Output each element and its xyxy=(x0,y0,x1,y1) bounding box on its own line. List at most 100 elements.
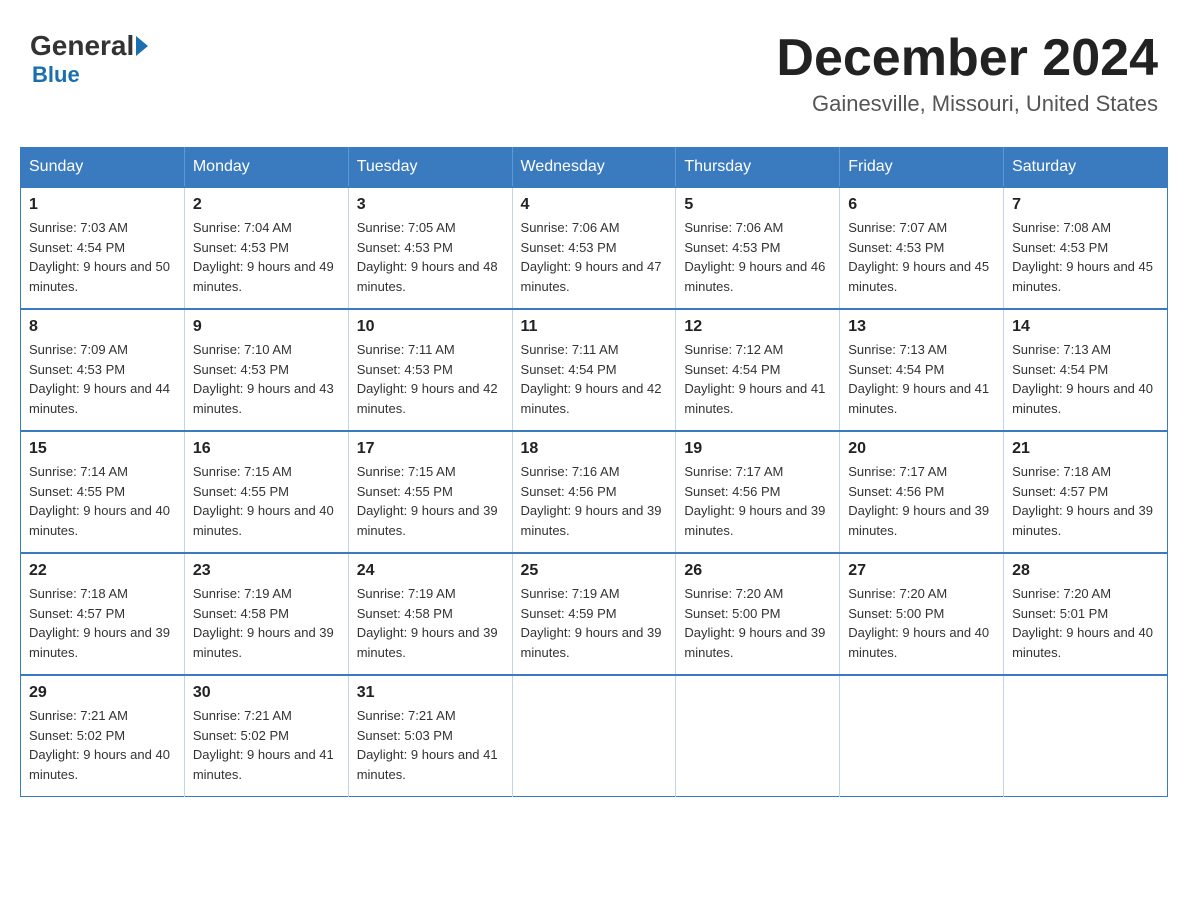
day-info: Sunrise: 7:10 AMSunset: 4:53 PMDaylight:… xyxy=(193,340,340,418)
calendar-location: Gainesville, Missouri, United States xyxy=(776,91,1158,117)
calendar-day-cell: 26Sunrise: 7:20 AMSunset: 5:00 PMDayligh… xyxy=(676,553,840,675)
calendar-day-cell: 29 Sunrise: 7:21 AMSunset: 5:02 PMDayligh… xyxy=(21,675,185,797)
day-number: 3 xyxy=(357,196,504,214)
logo-triangle-icon xyxy=(136,36,148,56)
calendar-day-cell: 28 Sunrise: 7:20 AMSunset: 5:01 PMDayligh… xyxy=(1004,553,1168,675)
day-number: 7 xyxy=(1012,196,1159,214)
calendar-title: December 2024 xyxy=(776,30,1158,87)
day-number: 31 xyxy=(357,684,504,702)
calendar-day-cell: 7Sunrise: 7:08 AMSunset: 4:53 PMDaylight… xyxy=(1004,187,1168,309)
calendar-day-cell: 20 Sunrise: 7:17 AMSunset: 4:56 PMDayligh… xyxy=(840,431,1004,553)
day-number: 25 xyxy=(521,562,668,580)
day-of-week-header: Sunday xyxy=(21,148,185,188)
day-info: Sunrise: 7:13 AMSunset: 4:54 PMDaylight:… xyxy=(848,340,995,418)
day-number: 18 xyxy=(521,440,668,458)
calendar-day-cell xyxy=(512,675,676,797)
day-info: Sunrise: 7:19 AMSunset: 4:58 PMDaylight:… xyxy=(193,584,340,662)
calendar-day-cell: 6 Sunrise: 7:07 AMSunset: 4:53 PMDaylight… xyxy=(840,187,1004,309)
day-info: Sunrise: 7:21 AMSunset: 5:02 PMDaylight:… xyxy=(193,706,340,784)
day-of-week-header: Tuesday xyxy=(348,148,512,188)
day-of-week-header: Friday xyxy=(840,148,1004,188)
calendar-week-row: 8 Sunrise: 7:09 AMSunset: 4:53 PMDaylight… xyxy=(21,309,1168,431)
calendar-day-cell: 23 Sunrise: 7:19 AMSunset: 4:58 PMDayligh… xyxy=(184,553,348,675)
calendar-table: SundayMondayTuesdayWednesdayThursdayFrid… xyxy=(20,147,1168,797)
day-info: Sunrise: 7:14 AMSunset: 4:55 PMDaylight:… xyxy=(29,462,176,540)
day-info: Sunrise: 7:21 AMSunset: 5:03 PMDaylight:… xyxy=(357,706,504,784)
day-info: Sunrise: 7:13 AMSunset: 4:54 PMDaylight:… xyxy=(1012,340,1159,418)
day-number: 23 xyxy=(193,562,340,580)
day-number: 2 xyxy=(193,196,340,214)
calendar-day-cell: 21Sunrise: 7:18 AMSunset: 4:57 PMDayligh… xyxy=(1004,431,1168,553)
calendar-day-cell: 30Sunrise: 7:21 AMSunset: 5:02 PMDayligh… xyxy=(184,675,348,797)
calendar-day-cell: 1 Sunrise: 7:03 AMSunset: 4:54 PMDaylight… xyxy=(21,187,185,309)
day-of-week-header: Wednesday xyxy=(512,148,676,188)
day-info: Sunrise: 7:06 AMSunset: 4:53 PMDaylight:… xyxy=(521,218,668,296)
day-info: Sunrise: 7:07 AMSunset: 4:53 PMDaylight:… xyxy=(848,218,995,296)
calendar-day-cell: 22Sunrise: 7:18 AMSunset: 4:57 PMDayligh… xyxy=(21,553,185,675)
day-info: Sunrise: 7:11 AMSunset: 4:53 PMDaylight:… xyxy=(357,340,504,418)
day-info: Sunrise: 7:12 AMSunset: 4:54 PMDaylight:… xyxy=(684,340,831,418)
day-number: 5 xyxy=(684,196,831,214)
day-number: 1 xyxy=(29,196,176,214)
day-info: Sunrise: 7:20 AMSunset: 5:01 PMDaylight:… xyxy=(1012,584,1159,662)
calendar-day-cell: 9 Sunrise: 7:10 AMSunset: 4:53 PMDaylight… xyxy=(184,309,348,431)
calendar-week-row: 29 Sunrise: 7:21 AMSunset: 5:02 PMDayligh… xyxy=(21,675,1168,797)
calendar-day-cell: 25 Sunrise: 7:19 AMSunset: 4:59 PMDayligh… xyxy=(512,553,676,675)
day-info: Sunrise: 7:17 AMSunset: 4:56 PMDaylight:… xyxy=(848,462,995,540)
day-of-week-header: Saturday xyxy=(1004,148,1168,188)
day-number: 8 xyxy=(29,318,176,336)
title-section: December 2024 Gainesville, Missouri, Uni… xyxy=(776,30,1158,117)
day-number: 27 xyxy=(848,562,995,580)
day-number: 14 xyxy=(1012,318,1159,336)
day-number: 19 xyxy=(684,440,831,458)
day-number: 6 xyxy=(848,196,995,214)
day-number: 24 xyxy=(357,562,504,580)
day-number: 9 xyxy=(193,318,340,336)
calendar-day-cell xyxy=(676,675,840,797)
day-number: 11 xyxy=(521,318,668,336)
day-number: 22 xyxy=(29,562,176,580)
day-number: 13 xyxy=(848,318,995,336)
calendar-day-cell: 4 Sunrise: 7:06 AMSunset: 4:53 PMDaylight… xyxy=(512,187,676,309)
day-info: Sunrise: 7:09 AMSunset: 4:53 PMDaylight:… xyxy=(29,340,176,418)
calendar-day-cell: 31 Sunrise: 7:21 AMSunset: 5:03 PMDayligh… xyxy=(348,675,512,797)
calendar-day-cell xyxy=(840,675,1004,797)
day-info: Sunrise: 7:04 AMSunset: 4:53 PMDaylight:… xyxy=(193,218,340,296)
calendar-day-cell: 15 Sunrise: 7:14 AMSunset: 4:55 PMDayligh… xyxy=(21,431,185,553)
calendar-week-row: 15 Sunrise: 7:14 AMSunset: 4:55 PMDayligh… xyxy=(21,431,1168,553)
day-info: Sunrise: 7:18 AMSunset: 4:57 PMDaylight:… xyxy=(1012,462,1159,540)
day-info: Sunrise: 7:21 AMSunset: 5:02 PMDaylight:… xyxy=(29,706,176,784)
calendar-day-cell: 2 Sunrise: 7:04 AMSunset: 4:53 PMDaylight… xyxy=(184,187,348,309)
day-info: Sunrise: 7:06 AMSunset: 4:53 PMDaylight:… xyxy=(684,218,831,296)
calendar-day-cell: 5 Sunrise: 7:06 AMSunset: 4:53 PMDaylight… xyxy=(676,187,840,309)
day-info: Sunrise: 7:03 AMSunset: 4:54 PMDaylight:… xyxy=(29,218,176,296)
day-info: Sunrise: 7:11 AMSunset: 4:54 PMDaylight:… xyxy=(521,340,668,418)
calendar-day-cell: 8 Sunrise: 7:09 AMSunset: 4:53 PMDaylight… xyxy=(21,309,185,431)
calendar-day-cell: 27Sunrise: 7:20 AMSunset: 5:00 PMDayligh… xyxy=(840,553,1004,675)
day-number: 4 xyxy=(521,196,668,214)
calendar-day-cell: 10 Sunrise: 7:11 AMSunset: 4:53 PMDayligh… xyxy=(348,309,512,431)
day-number: 10 xyxy=(357,318,504,336)
day-number: 17 xyxy=(357,440,504,458)
calendar-day-cell: 11 Sunrise: 7:11 AMSunset: 4:54 PMDayligh… xyxy=(512,309,676,431)
day-info: Sunrise: 7:19 AMSunset: 4:58 PMDaylight:… xyxy=(357,584,504,662)
day-number: 16 xyxy=(193,440,340,458)
day-number: 12 xyxy=(684,318,831,336)
day-info: Sunrise: 7:16 AMSunset: 4:56 PMDaylight:… xyxy=(521,462,668,540)
calendar-day-cell: 16Sunrise: 7:15 AMSunset: 4:55 PMDayligh… xyxy=(184,431,348,553)
day-number: 28 xyxy=(1012,562,1159,580)
calendar-day-cell: 18 Sunrise: 7:16 AMSunset: 4:56 PMDayligh… xyxy=(512,431,676,553)
calendar-day-cell: 14 Sunrise: 7:13 AMSunset: 4:54 PMDayligh… xyxy=(1004,309,1168,431)
day-of-week-header: Thursday xyxy=(676,148,840,188)
day-number: 20 xyxy=(848,440,995,458)
calendar-header-row: SundayMondayTuesdayWednesdayThursdayFrid… xyxy=(21,148,1168,188)
calendar-day-cell: 19Sunrise: 7:17 AMSunset: 4:56 PMDayligh… xyxy=(676,431,840,553)
day-number: 26 xyxy=(684,562,831,580)
calendar-day-cell: 12 Sunrise: 7:12 AMSunset: 4:54 PMDayligh… xyxy=(676,309,840,431)
logo: General Blue xyxy=(30,30,150,88)
day-info: Sunrise: 7:19 AMSunset: 4:59 PMDaylight:… xyxy=(521,584,668,662)
day-number: 29 xyxy=(29,684,176,702)
calendar-day-cell: 24 Sunrise: 7:19 AMSunset: 4:58 PMDayligh… xyxy=(348,553,512,675)
calendar-week-row: 22Sunrise: 7:18 AMSunset: 4:57 PMDayligh… xyxy=(21,553,1168,675)
day-number: 15 xyxy=(29,440,176,458)
